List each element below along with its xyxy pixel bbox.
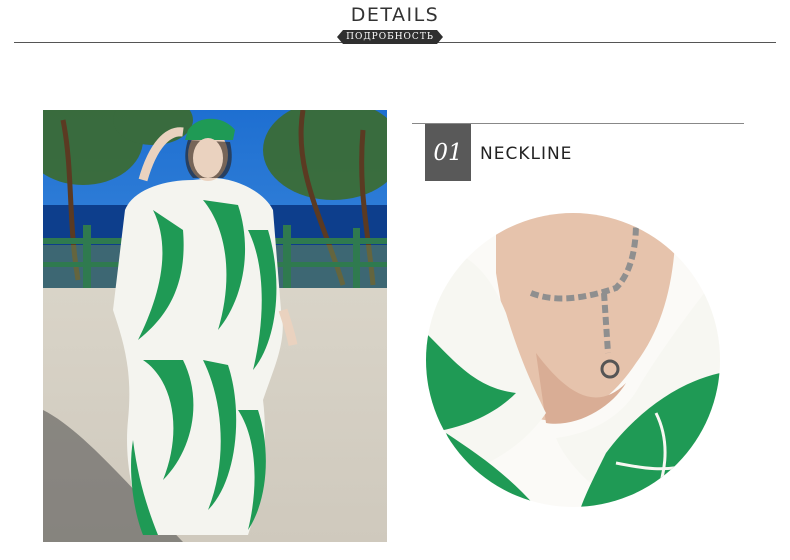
section-title: NECKLINE bbox=[480, 144, 573, 164]
header-title: DETAILS bbox=[350, 4, 440, 26]
header-subtitle-banner: ПОДРОБНОСТЬ bbox=[337, 30, 443, 44]
neckline-detail-photo bbox=[426, 213, 720, 507]
main-product-photo bbox=[43, 110, 387, 542]
section-number-badge: 01 bbox=[425, 124, 471, 181]
